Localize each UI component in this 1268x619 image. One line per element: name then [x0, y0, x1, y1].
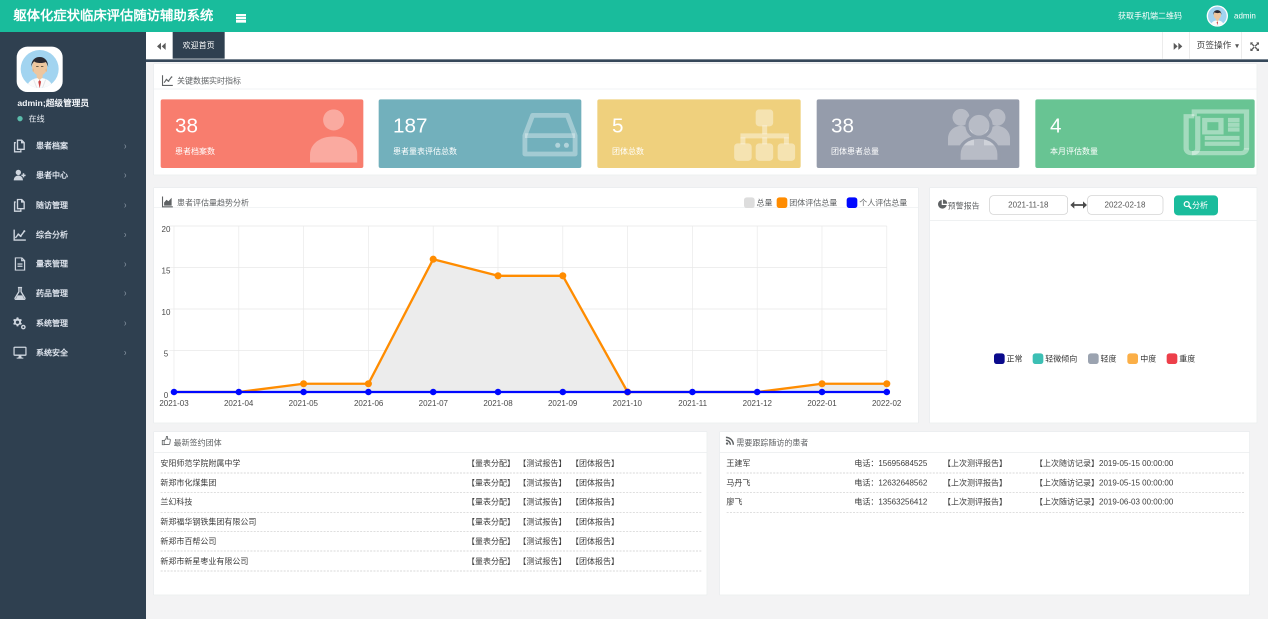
- svg-text:5: 5: [163, 349, 168, 358]
- svg-text:2022-01: 2022-01: [807, 399, 837, 408]
- svg-text:2021-05: 2021-05: [288, 399, 318, 408]
- svg-text:2021-11: 2021-11: [678, 399, 707, 408]
- svg-text:20: 20: [161, 225, 170, 234]
- svg-text:2021-08: 2021-08: [483, 399, 513, 408]
- svg-text:10: 10: [161, 308, 170, 317]
- svg-text:15: 15: [161, 266, 170, 275]
- svg-text:2021-09: 2021-09: [548, 399, 578, 408]
- svg-text:2021-10: 2021-10: [612, 399, 642, 408]
- svg-text:2021-06: 2021-06: [354, 399, 384, 408]
- svg-text:2021-07: 2021-07: [418, 399, 448, 408]
- svg-text:2021-04: 2021-04: [224, 399, 254, 408]
- svg-text:2022-02: 2022-02: [872, 399, 902, 408]
- svg-text:2021-12: 2021-12: [742, 399, 772, 408]
- svg-text:2021-03: 2021-03: [159, 399, 189, 408]
